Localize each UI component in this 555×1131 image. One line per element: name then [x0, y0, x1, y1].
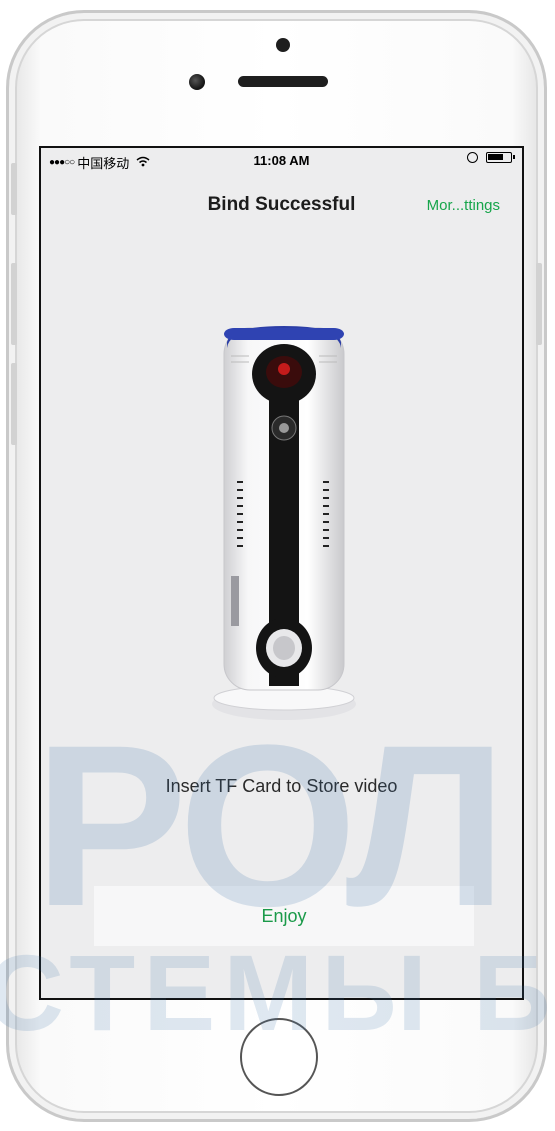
screen: ●●●○○ 中国移动 11:08 AM Bind Successful Mor.… — [39, 146, 524, 1000]
power-button — [536, 263, 542, 345]
status-time: 11:08 AM — [253, 153, 310, 168]
lock-rotation-icon — [467, 152, 478, 163]
proximity-sensor — [276, 38, 290, 52]
mute-switch — [11, 163, 17, 215]
more-settings-button[interactable]: Mor...ttings — [427, 197, 500, 214]
volume-down-button — [11, 363, 17, 445]
home-button-icon[interactable] — [240, 1018, 318, 1096]
nav-bar: Bind Successful Mor...ttings — [41, 174, 522, 234]
tf-card-instruction: Insert TF Card to Store video — [165, 776, 398, 796]
earpiece-speaker — [238, 76, 328, 87]
enjoy-button[interactable]: Enjoy — [94, 886, 474, 946]
status-right — [467, 152, 515, 163]
status-bar: ●●●○○ 中国移动 11:08 AM — [41, 148, 522, 174]
front-camera — [189, 74, 205, 90]
volume-up-button — [11, 263, 17, 345]
battery-icon — [486, 152, 515, 163]
camera-device-image — [212, 326, 356, 720]
